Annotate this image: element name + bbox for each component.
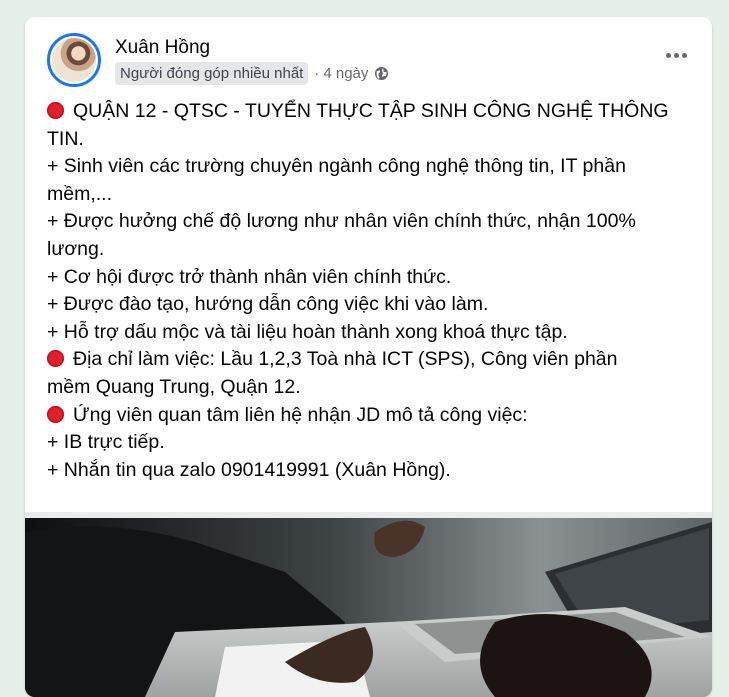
post-line-text: Ứng viên quan tâm liên hệ nhận JD mô tả … xyxy=(73,403,528,426)
post-line: mềm Quang Trung, Quận 12. xyxy=(47,374,687,402)
post-line: + Cơ hội được trở thành nhân viên chính … xyxy=(47,264,687,292)
post-line-text: TIN. xyxy=(47,127,84,150)
post-line-text: + Nhắn tin qua zalo 0901419991 (Xuân Hồn… xyxy=(47,458,451,481)
avatar-image xyxy=(52,38,96,82)
post-line-text: mềm Quang Trung, Quận 12. xyxy=(47,375,301,398)
post-line-text: Địa chỉ làm việc: Lầu 1,2,3 Toà nhà ICT … xyxy=(73,348,618,371)
post-line-text: + Cơ hội được trở thành nhân viên chính … xyxy=(47,265,452,288)
post-line-text: + Sinh viên các trường chuyên ngành công… xyxy=(47,155,626,178)
stop-sign-icon xyxy=(47,350,64,368)
stop-sign-icon xyxy=(47,102,64,119)
post-line: + Sinh viên các trường chuyên ngành công… xyxy=(47,153,687,181)
post-line: mềm,... xyxy=(47,181,687,209)
post-line: Ứng viên quan tâm liên hệ nhận JD mô tả … xyxy=(47,402,687,430)
post-line-text: + Hỗ trợ dấu mộc và tài liệu hoàn thành … xyxy=(47,320,568,343)
more-options-icon xyxy=(665,52,671,58)
post-time[interactable]: 4 ngày xyxy=(323,65,368,82)
post-photo[interactable] xyxy=(25,512,712,697)
author-avatar[interactable] xyxy=(47,33,101,87)
post-line-text: + Được hưởng chế độ lương như nhân viên … xyxy=(47,210,636,233)
stop-sign-icon xyxy=(47,405,64,423)
post-line: QUẬN 12 - QTSC - TUYỂN THỰC TẬP SINH CÔN… xyxy=(47,98,687,126)
post-line: + Được đào tạo, hướng dẫn công việc khi … xyxy=(47,291,687,319)
post-card: Xuân Hồng Người đóng góp nhiều nhất · 4 … xyxy=(25,17,712,697)
post-line-text: + Được đào tạo, hướng dẫn công việc khi … xyxy=(47,293,489,316)
post-text: QUẬN 12 - QTSC - TUYỂN THỰC TẬP SINH CÔN… xyxy=(47,98,687,484)
post-line: Địa chỉ làm việc: Lầu 1,2,3 Toà nhà ICT … xyxy=(47,346,687,374)
post-line-text: lương. xyxy=(47,237,105,260)
meta-separator: · xyxy=(314,65,320,82)
author-name[interactable]: Xuân Hồng xyxy=(115,37,210,59)
globe-icon[interactable] xyxy=(374,66,389,81)
post-line: + Được hưởng chế độ lương như nhân viên … xyxy=(47,208,687,236)
post-line: + Nhắn tin qua zalo 0901419991 (Xuân Hồn… xyxy=(47,457,687,485)
contributor-badge[interactable]: Người đóng góp nhiều nhất xyxy=(115,62,309,85)
post-line: lương. xyxy=(47,236,687,264)
post-line: + IB trực tiếp. xyxy=(47,429,687,457)
post-line-text: QUẬN 12 - QTSC - TUYỂN THỰC TẬP SINH CÔN… xyxy=(73,100,669,122)
post-line-text: mềm,... xyxy=(47,182,113,205)
post-line: TIN. xyxy=(47,126,687,154)
post-line: + Hỗ trợ dấu mộc và tài liệu hoàn thành … xyxy=(47,319,687,347)
post-line-text: + IB trực tiếp. xyxy=(47,431,165,454)
more-options-button[interactable] xyxy=(660,45,692,65)
post-meta: Người đóng góp nhiều nhất · 4 ngày xyxy=(115,62,389,85)
